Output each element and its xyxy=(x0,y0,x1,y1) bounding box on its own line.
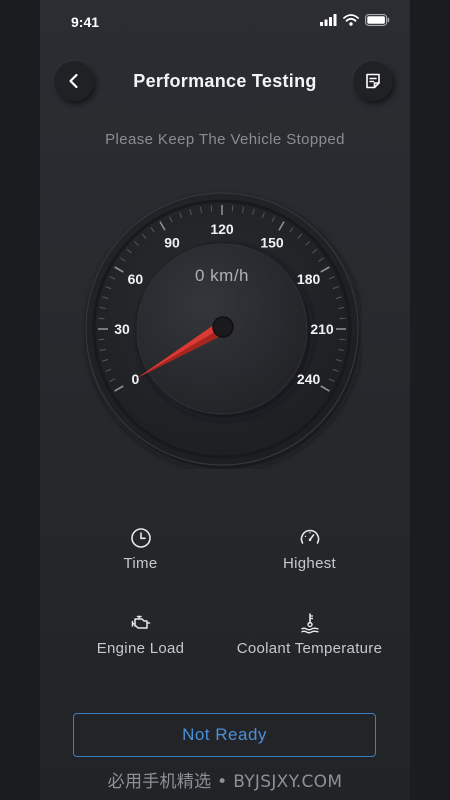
report-button[interactable] xyxy=(353,61,393,101)
gauge-tick xyxy=(231,205,234,212)
gauge-tick-label: 240 xyxy=(297,371,321,387)
stat-time-label: Time xyxy=(123,555,158,572)
stat-highest-label: Highest xyxy=(283,555,336,572)
signal-icon xyxy=(320,14,337,26)
watermark: 必用手机精选 • BYJSJXY.COM xyxy=(107,772,343,792)
gauge-tick-label: 30 xyxy=(114,321,130,337)
engine-icon xyxy=(131,615,150,629)
status-time: 9:41 xyxy=(71,14,100,30)
gauge-tick xyxy=(339,338,346,341)
left-margin xyxy=(0,0,40,800)
right-margin xyxy=(410,0,450,800)
coolant-temperature-icon xyxy=(300,613,319,634)
clock-icon xyxy=(130,528,151,548)
gauge-tick xyxy=(98,338,105,341)
speedometer-gauge: 0 30 60 90 120 150 180 210 240 0 km/h xyxy=(85,192,360,469)
wifi-icon xyxy=(343,14,359,26)
app-screen: 9:41 Performance Testing Please Keep The… xyxy=(40,0,410,800)
gauge-tick-label: 0 xyxy=(131,371,139,387)
gauge-tick-label: 120 xyxy=(210,221,234,237)
stat-time: Time xyxy=(48,527,233,572)
stat-engine-load: Engine Load xyxy=(48,612,233,657)
stat-engine-load-label: Engine Load xyxy=(96,640,185,657)
report-icon xyxy=(366,73,380,89)
battery-icon xyxy=(365,14,390,26)
gauge-tick-label: 90 xyxy=(164,234,180,250)
not-ready-button[interactable]: Not Ready xyxy=(73,713,376,757)
gauge-tick xyxy=(339,317,346,320)
speed-readout: 0 km/h xyxy=(195,266,249,285)
stat-highest: Highest xyxy=(217,527,402,572)
status-bar: 9:41 xyxy=(40,0,410,44)
speedometer-icon xyxy=(300,529,319,544)
gauge-tick-label: 150 xyxy=(260,234,284,250)
gauge-tick-label: 180 xyxy=(297,271,321,287)
gauge-tick-label: 60 xyxy=(128,271,144,287)
gauge-tick xyxy=(210,205,213,212)
vehicle-stopped-notice: Please Keep The Vehicle Stopped xyxy=(105,131,345,148)
gauge-tick-label: 210 xyxy=(310,321,334,337)
gauge-hub xyxy=(212,316,234,338)
stat-coolant-label: Coolant Temperature xyxy=(236,640,383,657)
status-icons xyxy=(320,14,390,26)
gauge-tick xyxy=(98,317,105,320)
stat-coolant-temperature: Coolant Temperature xyxy=(217,612,402,657)
